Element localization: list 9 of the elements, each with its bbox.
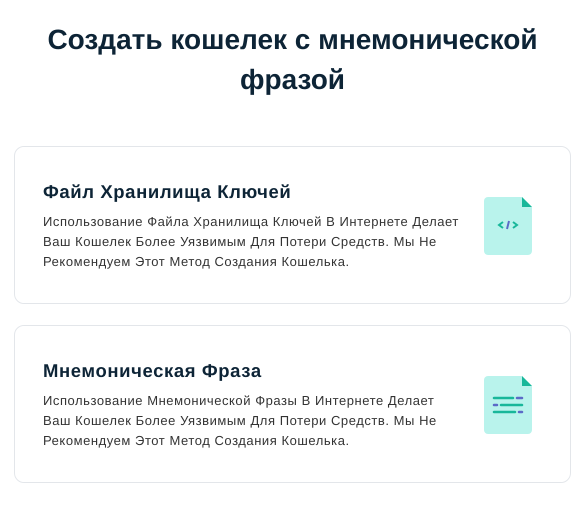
option-description: Использование Мнемонической Фразы В Интернете Делает Ваш Кошелек Более Уязвимым Для Потери Средств. Мы Не Рекомендуем Этот Метод Создания Кошелька. [43, 392, 438, 450]
option-title: Мнемоническая Фраза [43, 360, 263, 382]
text-file-icon [484, 376, 532, 434]
option-card[interactable]: Файл Хранилища Ключей Использование Файла Хранилища Ключей В Интернете Делает Ваш Кошелек Более Уязвимым Для Потери Средств. Мы Не Рекомендуем Этот Метод Создания Кошелька. [14, 146, 571, 304]
option-title: Файл Хранилища Ключей [43, 180, 292, 202]
page-title: Создать кошелек с мнемонической фразой [46, 23, 539, 97]
option-description: Использование Файла Хранилища Ключей В Интернете Делает Ваш Кошелек Более Уязвимым Для Потери Средств. Мы Не Рекомендуем Этот Метод Создания Кошелька. [43, 212, 460, 271]
option-card[interactable]: Мнемоническая Фраза Использование Мнемонической Фразы В Интернете Делает Ваш Кошелек Более Уязвимым Для Потери Средств. Мы Не Рекомендуем Этот Метод Создания Кошелька. [14, 325, 571, 483]
code-file-icon [484, 197, 532, 255]
